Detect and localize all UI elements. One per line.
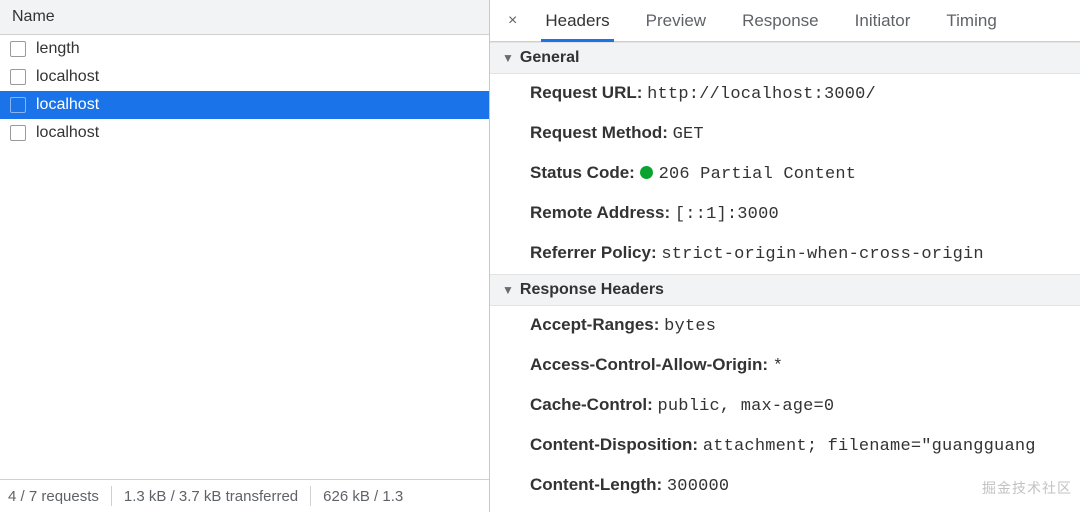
header-key: Request Method:: [530, 123, 673, 142]
header-value: 300000: [667, 477, 729, 496]
status-transferred: 1.3 kB / 3.7 kB transferred: [124, 488, 298, 505]
section-general-header[interactable]: ▼ General: [490, 42, 1080, 74]
request-list-panel: Name length localhost localhost localhost 4…: [0, 0, 490, 512]
request-name: localhost: [36, 124, 99, 142]
header-key: Access-Control-Allow-Origin:: [530, 355, 773, 374]
general-row: Request Method: GET: [490, 114, 1080, 154]
close-icon[interactable]: ×: [498, 12, 527, 30]
header-value: GET: [673, 125, 704, 144]
tab-timing[interactable]: Timing: [928, 0, 1014, 41]
detail-tabs: × HeadersPreviewResponseInitiatorTiming: [490, 0, 1080, 42]
tab-initiator[interactable]: Initiator: [837, 0, 929, 41]
request-row[interactable]: localhost: [0, 91, 489, 119]
document-icon: [10, 41, 26, 57]
response-headers-row: Content-Range: bytes 300000–599999/62590…: [490, 506, 1080, 512]
response-headers-row: Access-Control-Allow-Origin: *: [490, 346, 1080, 386]
header-value: public, max-age=0: [658, 397, 835, 416]
header-value: *: [773, 357, 783, 376]
general-row: Request URL: http://localhost:3000/: [490, 74, 1080, 114]
request-name: localhost: [36, 96, 99, 114]
divider: [111, 486, 112, 506]
headers-sections: ▼ General Request URL: http://localhost:…: [490, 42, 1080, 512]
header-value: strict-origin-when-cross-origin: [661, 245, 983, 264]
document-icon: [10, 97, 26, 113]
header-key: Referrer Policy:: [530, 243, 661, 262]
document-icon: [10, 125, 26, 141]
request-name: localhost: [36, 68, 99, 86]
header-key: Content-Disposition:: [530, 435, 703, 454]
request-name: length: [36, 40, 80, 58]
chevron-down-icon: ▼: [502, 51, 514, 65]
general-row: Remote Address: [::1]:3000: [490, 194, 1080, 234]
status-resources: 626 kB / 1.3: [323, 488, 403, 505]
header-key: Cache-Control:: [530, 395, 658, 414]
request-detail-panel: × HeadersPreviewResponseInitiatorTiming …: [490, 0, 1080, 512]
general-row: Referrer Policy: strict-origin-when-cros…: [490, 234, 1080, 274]
status-bar: 4 / 7 requests 1.3 kB / 3.7 kB transferr…: [0, 479, 489, 512]
header-key: Accept-Ranges:: [530, 315, 664, 334]
response-headers-row: Cache-Control: public, max-age=0: [490, 386, 1080, 426]
header-value: http://localhost:3000/: [647, 85, 876, 104]
header-key: Status Code:: [530, 163, 640, 182]
devtools-network-panel: Name length localhost localhost localhost 4…: [0, 0, 1080, 512]
watermark: 掘金技术社区: [982, 478, 1072, 498]
status-requests: 4 / 7 requests: [8, 488, 99, 505]
column-name-header[interactable]: Name: [0, 0, 489, 35]
response-headers-row: Accept-Ranges: bytes: [490, 306, 1080, 346]
chevron-down-icon: ▼: [502, 283, 514, 297]
request-row[interactable]: localhost: [0, 119, 489, 147]
tab-preview[interactable]: Preview: [628, 0, 724, 41]
request-row[interactable]: length: [0, 35, 489, 63]
tab-headers[interactable]: Headers: [527, 0, 627, 41]
header-key: Content-Length:: [530, 475, 667, 494]
request-list: length localhost localhost localhost: [0, 35, 489, 479]
header-key: Request URL:: [530, 83, 647, 102]
header-value: [::1]:3000: [675, 205, 779, 224]
section-general-title: General: [520, 49, 580, 67]
section-response-headers-header[interactable]: ▼ Response Headers: [490, 274, 1080, 306]
request-row[interactable]: localhost: [0, 63, 489, 91]
header-value: 206 Partial Content: [659, 165, 857, 184]
section-response-headers-title: Response Headers: [520, 281, 664, 299]
header-value: attachment; filename="guangguang: [703, 437, 1036, 456]
general-row: Status Code: 206 Partial Content: [490, 154, 1080, 194]
divider: [310, 486, 311, 506]
document-icon: [10, 69, 26, 85]
response-headers-row: Content-Disposition: attachment; filenam…: [490, 426, 1080, 466]
tab-response[interactable]: Response: [724, 0, 837, 41]
header-key: Remote Address:: [530, 203, 675, 222]
status-dot-icon: [640, 166, 653, 179]
header-value: bytes: [664, 317, 716, 336]
